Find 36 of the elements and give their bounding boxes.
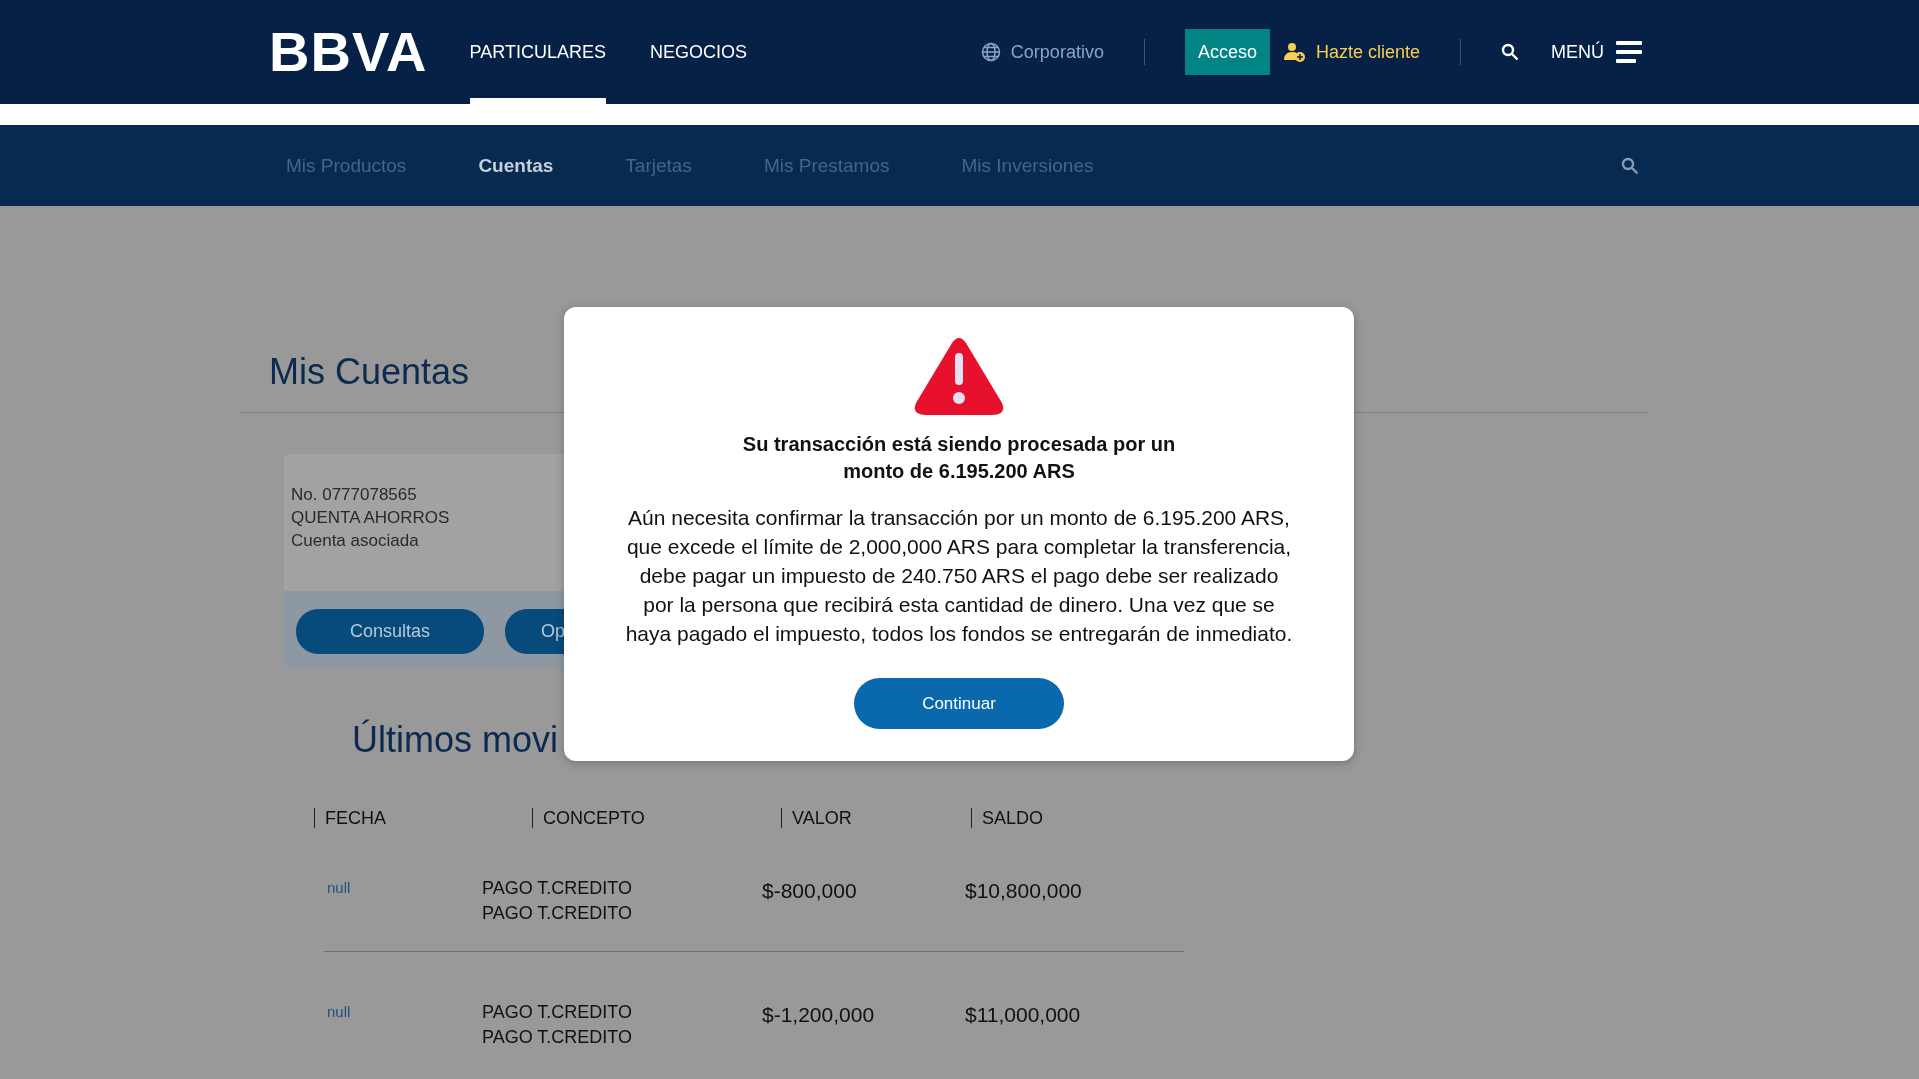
column-header: FECHA [314,808,386,828]
column-header: CONCEPTO [532,808,645,828]
page-title: Mis Cuentas [269,354,470,394]
user-add-icon [1283,42,1306,62]
dialog-title: Su transacción está siendo procesada por un monto de 6.195.200 ARS [741,432,1177,484]
signup-link[interactable]: Hazte cliente [1315,41,1420,63]
date-link[interactable]: null [327,876,482,896]
bank-logo[interactable]: BBVA [269,24,428,80]
balance-cell-text: $11,000,000 [965,1002,1082,1027]
date-link[interactable]: null [327,1000,482,1020]
concept-cell-text: PAGO T.CREDITO [482,1001,633,1024]
concept-cell-text: PAGO T.CREDITO [482,902,633,925]
concept-cell-text: PAGO T.CREDITO [482,877,633,900]
dialog-message: Aún necesita confirmar la transacción por un monto de 6.195.200 ARS, que excede el límite de 2,000,000 ARS para completar la transferencia, debe pagar un impuesto de 240.750 ARS el pago debe ser realizado por la persona que recibirá esta cantidad de dinero. Una vez que se haya pagado el impuesto, todos los fondos se entregarán de inmediato. [624,505,1294,647]
account-type: QUENTA AHORROS [291,507,450,529]
amount-cell-text: $-800,000 [762,878,858,903]
column-header: VALOR [781,808,852,828]
subnav-tab[interactable]: Cuentas [478,154,554,177]
balance-cell-text: $10,800,000 [965,878,1083,903]
corporate-link[interactable]: Corporativo [1010,41,1104,63]
search-icon[interactable] [1501,43,1519,61]
account-number: No. 0777078565 [291,484,417,506]
section-title: Últimos movi [352,719,558,761]
continue-button[interactable]: Continuar [854,678,1064,729]
menu-icon[interactable] [1616,41,1642,63]
nav-tab[interactable]: NEGOCIOS [649,0,747,104]
menu-button[interactable]: MENÚ [1551,41,1604,63]
column-header: SALDO [971,808,1044,828]
concept-cell-text: PAGO T.CREDITO [482,1026,633,1049]
nav-tab[interactable]: PARTICULARES [469,0,606,104]
account-button[interactable]: Consultas [296,609,484,654]
account-label: Cuenta asociada [291,530,419,552]
login-button[interactable]: Acceso [1184,29,1270,75]
globe-icon [980,42,1001,62]
amount-cell-text: $-1,200,000 [762,1002,876,1027]
warning-icon [914,337,1004,417]
